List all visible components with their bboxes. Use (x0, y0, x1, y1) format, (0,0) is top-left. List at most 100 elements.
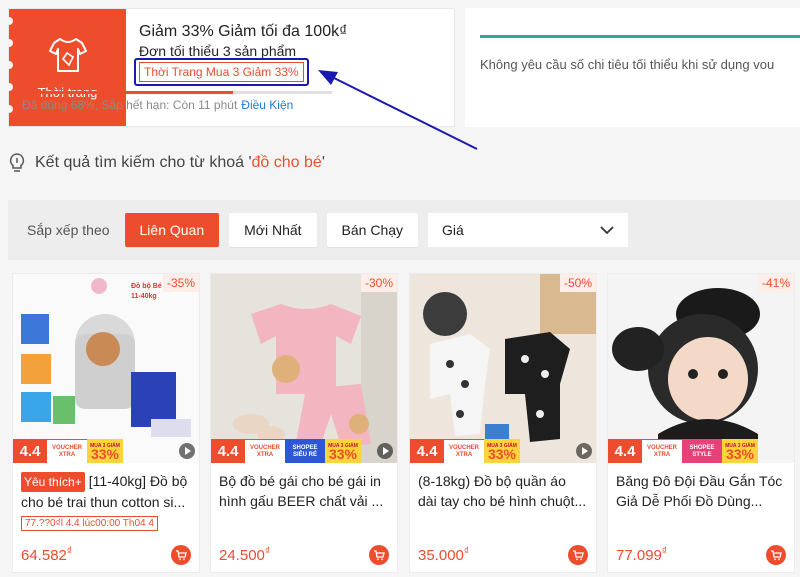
product-card[interactable]: -41% 4.4 VOUCHER XTRA SHOPEE STYLE MUA 3 G… (607, 273, 795, 573)
voucher-xtra-badge: VOUCHER XTRA (47, 439, 87, 463)
event-badge: 4.4 (211, 439, 245, 463)
badge-pct: 33% (328, 446, 358, 462)
promo-strip: 4.4 VOUCHER XTRA SHOPEE STYLE MUA 3 GIẢM 33… (608, 439, 794, 463)
annotation-highlight-box (134, 58, 309, 86)
event-badge: 4.4 (608, 439, 642, 463)
voucher-card[interactable]: Thời trang Giảm 33% Giảm tối đa 100k₫ Đơ… (5, 8, 455, 127)
play-icon[interactable] (179, 443, 195, 459)
voucher-2-description: Không yêu cầu số chi tiêu tối thiểu khi … (480, 57, 775, 72)
event-badge: 4.4 (13, 439, 47, 463)
badge-line: SIÊU RẺ (292, 451, 317, 458)
badge-line: SHOPEE (689, 444, 715, 451)
voucher-min-order: Đơn tối thiểu 3 sản phẩm (139, 43, 297, 59)
voucher-xtra-badge: VOUCHER XTRA (642, 439, 682, 463)
mua3-badge: MUA 3 GIẢM 33% (87, 439, 123, 463)
chevron-down-icon (600, 225, 614, 234)
voucher-terms-link[interactable]: Điều Kiện (241, 98, 293, 112)
product-name[interactable]: Yêu thích+ [11-40kg] Đồ bộ cho bé trai th… (21, 471, 191, 511)
product-price: 35.000₫ (418, 546, 469, 564)
add-to-cart-button[interactable] (568, 545, 588, 565)
badge-line: VOUCHER (249, 444, 280, 451)
discount-badge: -35% (162, 274, 199, 292)
badge-line: XTRA (455, 451, 473, 458)
notch (5, 39, 13, 47)
badge-pct: 33% (725, 446, 755, 462)
cart-icon (771, 550, 782, 561)
product-price: 77.099₫ (616, 546, 667, 564)
product-card[interactable]: -50% 4.4 VOUCHER XTRA MUA 3 GIẢM 33% (8-18… (409, 273, 597, 573)
search-prefix: Kết quả tìm kiếm cho từ khoá ' (35, 154, 252, 171)
discount-badge: -41% (757, 274, 794, 292)
sort-bar: Sắp xếp theo Liên Quan Mới Nhất Bán Chạy… (8, 200, 800, 260)
discount-badge: -30% (360, 274, 397, 292)
product-card[interactable]: Đồ bộ Bé 1 11-40kg -35% 4.4 VOUCHER XTRA … (12, 273, 200, 573)
add-to-cart-button[interactable] (766, 545, 786, 565)
voucher-title: Giảm 33% Giảm tối đa 100k₫ (139, 23, 348, 40)
price-value: 64.582 (21, 547, 67, 564)
voucher-xtra-badge: VOUCHER XTRA (245, 439, 285, 463)
badge-line: SHOPEE (292, 444, 318, 451)
search-result-hint: Kết quả tìm kiếm cho từ khoá ' đồ cho bé ' (8, 152, 325, 174)
mua3-badge: MUA 3 GIẢM 33% (484, 439, 520, 463)
product-image[interactable]: -50% 4.4 VOUCHER XTRA MUA 3 GIẢM 33% (410, 274, 596, 463)
sort-relevance-button[interactable]: Liên Quan (124, 213, 220, 247)
badge-pct: 33% (90, 446, 120, 462)
sort-bestselling-button[interactable]: Bán Chạy (326, 213, 419, 247)
shopee-sieu-re-badge: SHOPEE SIÊU RẺ (285, 439, 325, 463)
currency-symbol: ₫ (66, 546, 73, 557)
product-photo (608, 274, 794, 463)
voucher-tag: Thời Trang Mua 3 Giảm 33% (134, 58, 309, 86)
product-image[interactable]: Đồ bộ Bé 1 11-40kg -35% 4.4 VOUCHER XTRA … (13, 274, 199, 463)
price-value: 24.500 (219, 547, 265, 564)
cart-icon (573, 550, 584, 561)
price-value: 35.000 (418, 547, 464, 564)
mua3-badge: MUA 3 GIẢM 33% (325, 439, 361, 463)
promo-strip: 4.4 VOUCHER XTRA SHOPEE SIÊU RẺ MUA 3 GIẢM… (211, 439, 397, 463)
lightbulb-icon (9, 153, 25, 172)
badge-line: VOUCHER (51, 444, 82, 451)
product-name[interactable]: Băng Đô Đội Đầu Gắn Tóc Giả Dễ Phối Đồ D… (616, 471, 786, 511)
sort-newest-button[interactable]: Mới Nhất (229, 213, 317, 247)
badge-pct: 33% (487, 446, 517, 462)
add-to-cart-button[interactable] (171, 545, 191, 565)
notch (5, 61, 13, 69)
mua3-badge: MUA 3 GIẢM 33% (722, 439, 758, 463)
voucher-meta: Đã dùng 68%, Sắp hết hạn: Còn 11 phút Điề… (22, 98, 293, 112)
search-suffix: ' (321, 154, 325, 171)
badge-line: VOUCHER (448, 444, 479, 451)
voucher-card-2[interactable]: Không yêu cầu số chi tiêu tối thiểu khi … (465, 8, 800, 127)
notch (5, 83, 13, 91)
sort-price-label: Giá (442, 222, 464, 238)
event-badge: 4.4 (410, 439, 444, 463)
notch (5, 17, 13, 25)
promo-tag: 77.??0₫l 4.4 lúc00:00 Th04 4 (21, 516, 158, 531)
voucher-usage-bar (22, 91, 332, 94)
add-to-cart-button[interactable] (369, 545, 389, 565)
notch (5, 105, 13, 113)
product-price: 24.500₫ (219, 546, 270, 564)
currency-symbol: ₫ (264, 546, 271, 557)
product-price: 64.582₫ (21, 546, 72, 564)
cart-icon (176, 550, 187, 561)
discount-badge: -50% (559, 274, 596, 292)
play-icon[interactable] (576, 443, 592, 459)
sort-price-select[interactable]: Giá (428, 213, 629, 247)
play-icon[interactable] (377, 443, 393, 459)
product-name[interactable]: Bộ đồ bé gái cho bé gái in hình gấu BEER… (219, 471, 389, 511)
cart-icon (374, 550, 385, 561)
badge-line: XTRA (256, 451, 274, 458)
currency-symbol: ₫ (463, 546, 470, 557)
badge-line: VOUCHER (646, 444, 677, 451)
voucher-usage-text: Đã dùng 68%, Sắp hết hạn: Còn 11 phút (22, 98, 238, 112)
shopee-style-badge: SHOPEE STYLE (682, 439, 722, 463)
voucher-usage-fill (22, 91, 233, 94)
favorite-badge: Yêu thích+ (21, 472, 85, 492)
product-image[interactable]: -30% 4.4 VOUCHER XTRA SHOPEE SIÊU RẺ MUA 3… (211, 274, 397, 463)
sort-label: Sắp xếp theo (27, 222, 110, 238)
badge-line: XTRA (58, 451, 76, 458)
voucher-accent-line (480, 35, 800, 38)
product-name[interactable]: (8-18kg) Đồ bộ quần áo dài tay cho bé hì… (418, 471, 588, 511)
product-image[interactable]: -41% 4.4 VOUCHER XTRA SHOPEE STYLE MUA 3 G… (608, 274, 794, 463)
product-card[interactable]: -30% 4.4 VOUCHER XTRA SHOPEE SIÊU RẺ MUA 3… (210, 273, 398, 573)
clothing-icon (48, 38, 87, 72)
